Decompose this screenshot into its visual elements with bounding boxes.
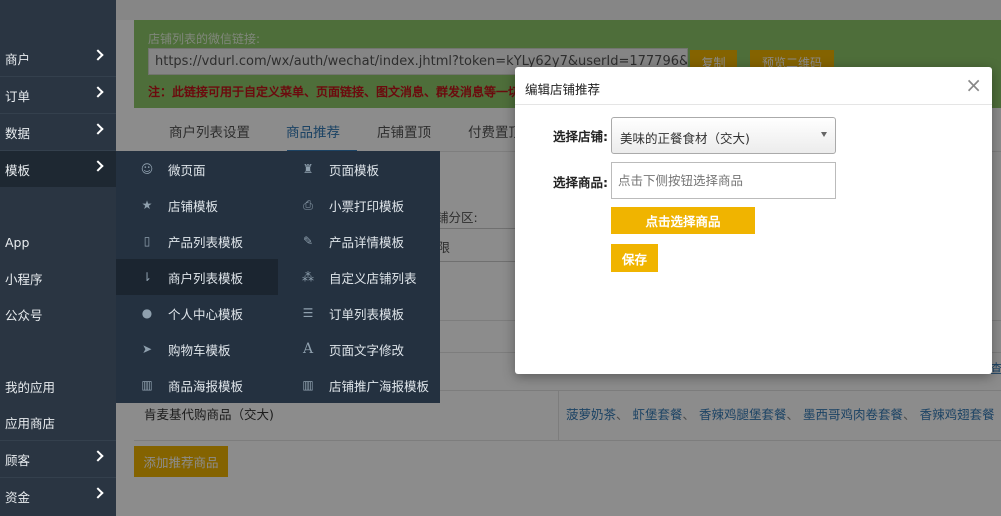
menu-item-label: 页面文字修改	[329, 342, 405, 358]
sidebar-item-label: 模板	[5, 162, 31, 178]
chevron-right-icon	[92, 49, 104, 61]
sidebar-item-label: 订单	[5, 88, 31, 104]
menu-item-label: 个人中心模板	[168, 306, 244, 322]
menu-item-page-text-edit[interactable]: A 页面文字修改	[278, 331, 440, 367]
menu-item-micro-page[interactable]: ☺ 微页面	[116, 151, 278, 187]
menu-item-label: 自定义店铺列表	[329, 270, 417, 286]
sidebar-item-orders[interactable]: 订单	[0, 77, 116, 113]
sidebar-item-label: 数据	[5, 125, 31, 141]
chevron-right-icon	[92, 487, 104, 499]
sidebar-item-app-store[interactable]: 应用商店	[0, 404, 116, 440]
send-icon: ➤	[141, 342, 153, 356]
sidebar-item-label: 我的应用	[5, 379, 56, 395]
menu-item-label: 产品详情模板	[329, 234, 405, 250]
product-label: 选择商品:	[553, 175, 608, 190]
list-icon: ☰	[302, 306, 314, 320]
menu-item-order-list-template[interactable]: ☰ 订单列表模板	[278, 295, 440, 331]
sidebar-item-label: App	[5, 234, 30, 250]
bar-chart-icon: ▥	[141, 378, 153, 392]
sidebar-item-label: 资金	[5, 489, 31, 505]
menu-item-label: 购物车模板	[168, 342, 231, 358]
menu-item-label: 小票打印模板	[329, 198, 405, 214]
user-icon: ●	[141, 306, 153, 320]
sidebar-item-customers[interactable]: 顾客	[0, 441, 116, 477]
font-icon: A	[302, 341, 314, 357]
menu-item-store-template[interactable]: ★ 店铺模板	[116, 187, 278, 223]
chevron-right-icon	[92, 123, 104, 135]
sidebar-item-app[interactable]: App	[0, 224, 116, 260]
menu-item-label: 订单列表模板	[329, 306, 405, 322]
menu-item-label: 店铺模板	[168, 198, 219, 214]
caret-down-icon	[821, 132, 827, 137]
chevron-right-icon	[92, 160, 104, 172]
sidebar-item-data[interactable]: 数据	[0, 114, 116, 150]
store-select[interactable]: 美味的正餐食材（交大)	[611, 117, 836, 154]
sidebar-item-miniprogram[interactable]: 小程序	[0, 260, 116, 296]
menu-item-profile-template[interactable]: ● 个人中心模板	[116, 295, 278, 331]
sidebar-item-official-account[interactable]: 公众号	[0, 296, 116, 332]
mobile-icon: ▯	[143, 234, 151, 248]
trophy-icon: ♜	[302, 162, 314, 176]
pencil-icon: ✎	[302, 234, 314, 248]
sidebar-item-label: 应用商店	[5, 415, 56, 431]
chevron-right-icon	[92, 450, 104, 462]
menu-item-store-promo-poster-template[interactable]: ▥ 店铺推广海报模板	[278, 367, 440, 403]
sidebar-item-merchant[interactable]: 商户	[0, 40, 116, 76]
edit-store-recommend-modal: 编辑店铺推荐 × 选择店铺: 美味的正餐食材（交大) 选择商品: 点击选择商品 …	[515, 67, 992, 374]
sidebar-item-templates[interactable]: 模板	[0, 151, 116, 187]
menu-item-product-list-template[interactable]: ▯ 产品列表模板	[116, 223, 278, 259]
sidebar-item-funds[interactable]: 资金	[0, 478, 116, 514]
store-select-value: 美味的正餐食材（交大)	[620, 131, 750, 146]
menu-item-page-template[interactable]: ♜ 页面模板	[278, 151, 440, 187]
menu-item-merchant-list-template[interactable]: ⇂ 商户列表模板	[116, 259, 278, 295]
menu-item-label: 微页面	[168, 162, 206, 178]
menu-item-custom-store-list[interactable]: ⁂ 自定义店铺列表	[278, 259, 440, 295]
menu-item-label: 商户列表模板	[168, 270, 244, 286]
store-label: 选择店铺:	[553, 129, 608, 144]
sidebar-item-label: 顾客	[5, 452, 31, 468]
menu-item-label: 商品海报模板	[168, 378, 244, 394]
sidebar: 商户 订单 数据 模板 App 小程序 公众号 我的应用 应用商店 顾客 资金	[0, 0, 116, 516]
sort-list-icon: ⇂	[141, 270, 153, 284]
menu-item-label: 页面模板	[329, 162, 380, 178]
modal-title: 编辑店铺推荐	[525, 82, 601, 97]
sidebar-item-label: 商户	[5, 51, 31, 67]
product-input[interactable]	[611, 162, 836, 199]
smile-icon: ☺	[140, 162, 154, 176]
menu-item-product-detail-template[interactable]: ✎ 产品详情模板	[278, 223, 440, 259]
sitemap-icon: ⁂	[302, 270, 314, 284]
select-product-button[interactable]: 点击选择商品	[611, 207, 755, 234]
bar-chart-icon: ▥	[302, 378, 314, 392]
menu-item-label: 产品列表模板	[168, 234, 244, 250]
menu-item-cart-template[interactable]: ➤ 购物车模板	[116, 331, 278, 367]
star-icon: ★	[141, 198, 153, 212]
printer-icon: ⎙	[303, 197, 313, 212]
close-icon[interactable]: ×	[965, 75, 982, 95]
templates-flyout-menu: ☺ 微页面 ★ 店铺模板 ▯ 产品列表模板 ⇂ 商户列表模板 ● 个人中心模板 …	[116, 151, 440, 403]
chevron-right-icon	[92, 86, 104, 98]
menu-item-label: 店铺推广海报模板	[329, 378, 430, 394]
modal-header: 编辑店铺推荐 ×	[515, 67, 992, 105]
menu-item-product-poster-template[interactable]: ▥ 商品海报模板	[116, 367, 278, 403]
sidebar-item-my-apps[interactable]: 我的应用	[0, 368, 116, 404]
save-button[interactable]: 保存	[611, 244, 658, 272]
sidebar-item-label: 小程序	[5, 271, 43, 287]
sidebar-item-label: 公众号	[5, 307, 43, 323]
menu-item-receipt-print-template[interactable]: ⎙ 小票打印模板	[278, 187, 440, 223]
